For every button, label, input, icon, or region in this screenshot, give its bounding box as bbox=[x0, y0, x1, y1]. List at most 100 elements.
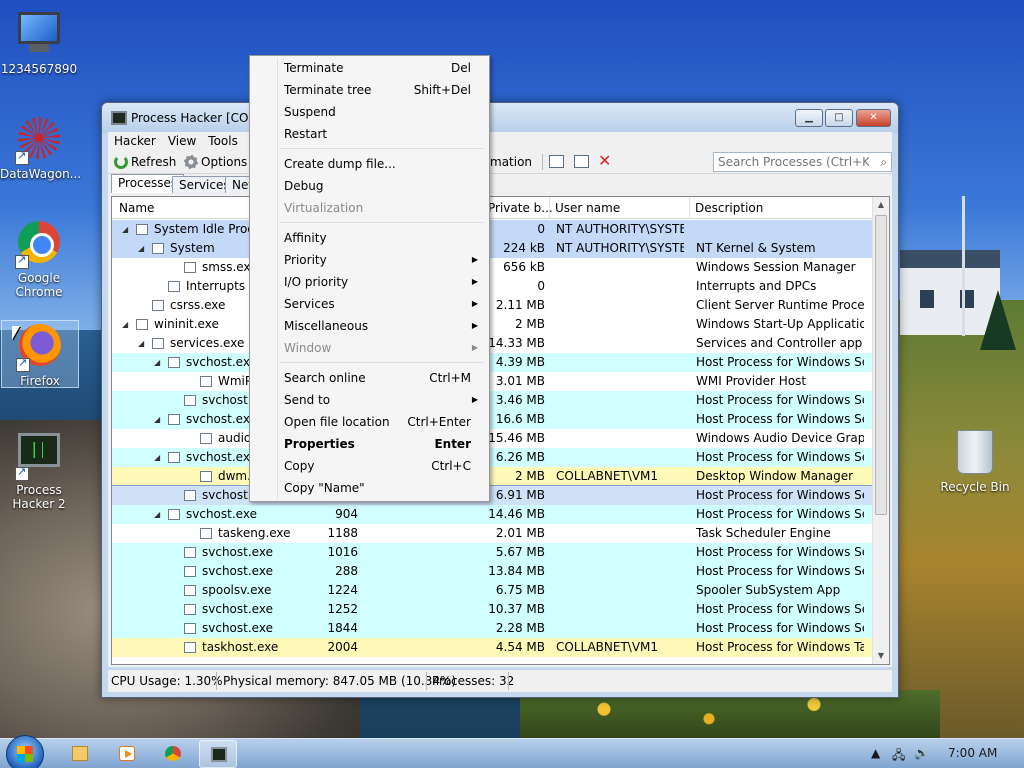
menu-item-affinity[interactable]: Affinity bbox=[252, 227, 487, 249]
menu-item-i-o-priority[interactable]: I/O priority ▶ bbox=[252, 271, 487, 293]
process-row[interactable]: ◢ svchost.exe 16.6 MB Host Process for Wind… bbox=[112, 410, 872, 429]
window-icon[interactable] bbox=[549, 155, 564, 168]
expander-icon[interactable]: ◢ bbox=[122, 315, 128, 334]
menu-item-terminate-tree[interactable]: Terminate tree Shift+Del bbox=[252, 79, 487, 101]
menu-item-shortcut: Del bbox=[451, 61, 471, 75]
process-row[interactable]: ◢ services.exe 14.33 MB Services and Contro… bbox=[112, 334, 872, 353]
process-row[interactable]: svchost.exe 288 13.84 MB Host Process for W… bbox=[112, 562, 872, 581]
taskbar-chrome[interactable] bbox=[154, 740, 192, 768]
process-row[interactable]: csrss.exe 2.11 MB Client Server Runtime Pr… bbox=[112, 296, 872, 315]
column-user-name[interactable]: User name bbox=[555, 201, 620, 215]
menu-item-create-dump-file[interactable]: Create dump file... bbox=[252, 153, 487, 175]
scroll-down-arrow-icon[interactable]: ▼ bbox=[873, 648, 889, 664]
menu-tools[interactable]: Tools bbox=[202, 132, 244, 150]
process-row[interactable]: spoolsv.exe 1224 6.75 MB Spooler SubSystem … bbox=[112, 581, 872, 600]
menu-item-terminate[interactable]: Terminate Del bbox=[252, 57, 487, 79]
process-description: Client Server Runtime Process bbox=[696, 298, 864, 312]
column-description[interactable]: Description bbox=[695, 201, 763, 215]
menu-item-suspend[interactable]: Suspend bbox=[252, 101, 487, 123]
menu-item-properties[interactable]: Properties Enter bbox=[252, 433, 487, 455]
expander-icon[interactable]: ◢ bbox=[154, 505, 160, 524]
start-button[interactable] bbox=[6, 735, 44, 768]
find-window-icon[interactable] bbox=[574, 155, 589, 168]
wallpaper-tree bbox=[980, 290, 1016, 350]
menu-item-open-file-location[interactable]: Open file location Ctrl+Enter bbox=[252, 411, 487, 433]
process-row[interactable]: ◢ System 224 kB NT AUTHORITY\SYSTEM NT Kerne… bbox=[112, 239, 872, 258]
menu-hacker[interactable]: Hacker bbox=[108, 132, 162, 150]
options-button[interactable]: Options bbox=[184, 153, 247, 171]
expander-icon[interactable]: ◢ bbox=[138, 334, 144, 353]
process-row[interactable]: ◢ System Idle Proce 0 NT AUTHORITY\SYSTEM bbox=[112, 220, 872, 239]
desktop-icon-datawagon[interactable]: DataWagon... bbox=[0, 114, 81, 181]
close-button[interactable]: ✕ bbox=[856, 109, 891, 127]
menu-item-send-to[interactable]: Send to ▶ bbox=[252, 389, 487, 411]
process-icon bbox=[136, 224, 148, 235]
desktop-icon-computer[interactable]: 1234567890 bbox=[0, 8, 78, 76]
options-label: Options bbox=[201, 155, 248, 169]
process-icon bbox=[184, 604, 196, 615]
process-icon bbox=[184, 642, 196, 653]
network-icon[interactable]: 🖧 bbox=[892, 746, 905, 767]
process-row[interactable]: taskeng.exe 1188 2.01 MB Task Scheduler Eng… bbox=[112, 524, 872, 543]
process-hacker-icon bbox=[111, 111, 127, 125]
desktop-icon-recycle-bin[interactable]: Recycle Bin bbox=[936, 428, 1014, 494]
expander-icon[interactable]: ◢ bbox=[154, 448, 160, 467]
system-information-button[interactable]: mation bbox=[490, 153, 532, 171]
process-row[interactable]: dwm.exe 2 MB COLLABNET\VM1 Desktop Window M… bbox=[112, 467, 872, 486]
menu-item-copy[interactable]: Copy Ctrl+C bbox=[252, 455, 487, 477]
scroll-up-arrow-icon[interactable]: ▲ bbox=[873, 197, 889, 213]
column-name[interactable]: Name bbox=[119, 201, 154, 215]
menu-item-search-online[interactable]: Search online Ctrl+M bbox=[252, 367, 487, 389]
expander-icon[interactable]: ◢ bbox=[138, 239, 144, 258]
window-titlebar[interactable]: Process Hacker [COLLA ▁ □ ✕ bbox=[102, 103, 898, 133]
process-private-bytes: 6.75 MB bbox=[495, 583, 545, 597]
process-row[interactable]: svchost.exe 1844 2.28 MB Host Process for W… bbox=[112, 619, 872, 638]
refresh-button[interactable]: Refresh bbox=[114, 153, 176, 171]
process-description: Services and Controller app bbox=[696, 336, 863, 350]
process-row[interactable]: smss.exe 656 kB Windows Session Manager bbox=[112, 258, 872, 277]
menu-view[interactable]: View bbox=[162, 132, 202, 150]
search-icon[interactable]: ⌕ bbox=[880, 155, 887, 170]
process-name: System Idle Proce bbox=[154, 222, 262, 236]
process-description: Desktop Window Manager bbox=[696, 469, 854, 483]
search-box[interactable]: ⌕ bbox=[713, 152, 892, 172]
menu-item-services[interactable]: Services ▶ bbox=[252, 293, 487, 315]
minimize-button[interactable]: ▁ bbox=[795, 109, 823, 127]
taskbar-media-player[interactable] bbox=[108, 740, 146, 768]
desktop-icon-process-hacker[interactable]: Process Hacker 2 bbox=[0, 428, 78, 511]
process-row[interactable]: ◢ svchost.exe 4.39 MB Host Process for Wind… bbox=[112, 353, 872, 372]
process-row[interactable]: audiodg. 15.46 MB Windows Audio Device Gra… bbox=[112, 429, 872, 448]
menu-item-restart[interactable]: Restart bbox=[252, 123, 487, 145]
process-row[interactable]: svchost.exe 1252 10.37 MB Host Process for … bbox=[112, 600, 872, 619]
taskbar-clock[interactable]: 7:00 AM bbox=[948, 746, 997, 760]
maximize-button[interactable]: □ bbox=[825, 109, 853, 127]
expander-icon[interactable]: ◢ bbox=[154, 353, 160, 372]
process-row[interactable]: Interrupts 0 Interrupts and DPCs bbox=[112, 277, 872, 296]
expander-icon[interactable]: ◢ bbox=[122, 220, 128, 239]
taskbar-file-explorer[interactable] bbox=[61, 740, 99, 768]
process-row[interactable]: ◢ svchost.exe 6.26 MB Host Process for Wind… bbox=[112, 448, 872, 467]
desktop-icon-chrome[interactable]: Google Chrome bbox=[0, 218, 78, 299]
vertical-scrollbar[interactable]: ▲ ▼ bbox=[872, 197, 889, 664]
process-row[interactable]: svchost.exe 3.46 MB Host Process for Windo… bbox=[112, 391, 872, 410]
process-row[interactable]: taskhost.exe 2004 4.54 MB COLLABNET\VM1 Host… bbox=[112, 638, 872, 657]
menu-item-copy-name[interactable]: Copy "Name" bbox=[252, 477, 487, 499]
expander-icon[interactable]: ◢ bbox=[154, 410, 160, 429]
menu-item-priority[interactable]: Priority ▶ bbox=[252, 249, 487, 271]
taskbar-process-hacker[interactable] bbox=[199, 740, 237, 768]
process-row[interactable]: ◢ svchost.exe 904 14.46 MB Host Process for … bbox=[112, 505, 872, 524]
process-row[interactable]: svchost.exe 1016 5.67 MB Host Process for W… bbox=[112, 543, 872, 562]
process-row[interactable]: ◢ wininit.exe 2 MB Windows Start-Up Applica… bbox=[112, 315, 872, 334]
process-tree[interactable]: Name Private b... User name Description … bbox=[111, 196, 890, 665]
show-hidden-icons-icon[interactable]: ▲ bbox=[871, 746, 880, 760]
column-private-bytes[interactable]: Private b... bbox=[488, 201, 553, 215]
process-row[interactable]: svchost.exe 6.91 MB Host Process for Windo… bbox=[112, 485, 873, 506]
volume-icon[interactable]: 🔊 bbox=[914, 746, 929, 760]
process-row[interactable]: WmiPrvS 3.01 MB WMI Provider Host bbox=[112, 372, 872, 391]
scrollbar-thumb[interactable] bbox=[875, 215, 887, 515]
find-window-kill-icon[interactable]: ✕ bbox=[598, 152, 611, 170]
menu-item-debug[interactable]: Debug bbox=[252, 175, 487, 197]
search-input[interactable] bbox=[714, 153, 869, 171]
menu-item-miscellaneous[interactable]: Miscellaneous ▶ bbox=[252, 315, 487, 337]
process-name: taskeng.exe bbox=[218, 526, 291, 540]
